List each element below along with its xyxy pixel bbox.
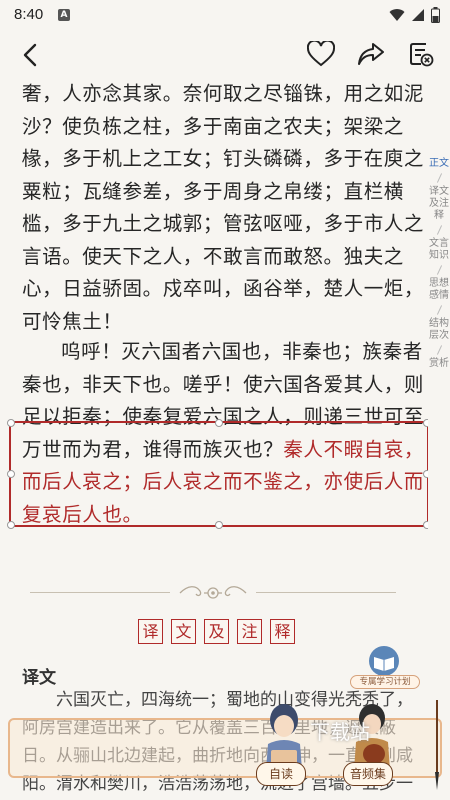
- title-char: 及: [204, 619, 229, 644]
- signal-icon: [412, 9, 424, 21]
- top-toolbar: [0, 30, 450, 78]
- reader-character-icon: [266, 704, 302, 770]
- nav-separator: [436, 305, 442, 315]
- nav-item-knowledge[interactable]: 文言知识: [428, 238, 450, 262]
- nav-separator: [436, 265, 442, 275]
- selection-handle[interactable]: [7, 419, 15, 427]
- notification-icon: A: [58, 9, 70, 21]
- divider-line: [30, 592, 170, 593]
- title-char: 释: [270, 619, 295, 644]
- book-icon: [369, 646, 399, 676]
- nav-item-main-text[interactable]: 正文: [428, 158, 450, 170]
- nav-item-structure[interactable]: 结构层次: [428, 318, 450, 342]
- article-paragraph: 奢，人亦念其家。奈何取之尽锱铢，用之如泥沙？使负栋之柱，多于南亩之农夫；架梁之椽…: [22, 82, 425, 333]
- wifi-icon: [389, 9, 405, 21]
- heart-icon: [307, 41, 335, 67]
- title-char: 译: [138, 619, 163, 644]
- selection-frame: [7, 419, 428, 529]
- title-char: 文: [171, 619, 196, 644]
- selection-handle[interactable]: [423, 521, 428, 529]
- nav-label: 译文及注释: [429, 186, 449, 221]
- nav-label: 思想感情: [429, 278, 449, 301]
- audio-collection-button[interactable]: 音频集: [343, 762, 393, 786]
- selection-handle[interactable]: [215, 419, 223, 427]
- section-title: 译 文 及 注 释: [138, 619, 295, 644]
- nav-label: 赏析: [429, 358, 449, 369]
- close-notes-icon: [410, 43, 434, 67]
- nav-separator: [436, 345, 442, 355]
- brush-icon: [435, 700, 439, 790]
- chevron-left-icon: [23, 43, 37, 67]
- notes-close-button[interactable]: [406, 39, 436, 69]
- nav-item-appreciation[interactable]: 赏析: [428, 358, 450, 370]
- article-content: 奢，人亦念其家。奈何取之尽锱铢，用之如泥沙？使负栋之柱，多于南亩之农夫；架梁之椽…: [0, 78, 428, 800]
- selection-handle[interactable]: [423, 419, 428, 427]
- favorite-button[interactable]: [306, 39, 336, 69]
- nav-label: 结构层次: [429, 318, 449, 341]
- watermark-text: 下载站: [310, 720, 370, 744]
- battery-icon: [431, 7, 440, 23]
- back-button[interactable]: [18, 42, 44, 68]
- translation-heading: 译文: [22, 668, 56, 688]
- title-char: 注: [237, 619, 262, 644]
- nav-item-emotion[interactable]: 思想感情: [428, 278, 450, 302]
- nav-label: 正文: [429, 158, 449, 169]
- selection-handle[interactable]: [7, 521, 15, 529]
- study-plan-button[interactable]: 专属学习计划: [350, 645, 420, 689]
- status-time: 8:40: [14, 6, 44, 23]
- study-plan-label: 专属学习计划: [350, 675, 420, 689]
- nav-separator: [436, 173, 442, 183]
- status-bar: 8:40 A: [0, 0, 450, 30]
- section-divider: [30, 583, 396, 603]
- nav-separator: [436, 225, 442, 235]
- share-icon: [358, 43, 384, 65]
- self-read-button[interactable]: 自读: [256, 762, 306, 786]
- share-button[interactable]: [356, 39, 386, 69]
- nav-item-translation[interactable]: 译文及注释: [428, 186, 450, 222]
- section-nav: 正文 译文及注释 文言知识 思想感情 结构层次 赏析: [428, 158, 450, 370]
- system-icons: [389, 6, 440, 24]
- selection-handle[interactable]: [7, 470, 15, 478]
- selection-handle[interactable]: [423, 470, 428, 478]
- divider-line: [256, 592, 396, 593]
- nav-label: 文言知识: [429, 238, 449, 261]
- selection-handle[interactable]: [215, 521, 223, 529]
- ornament-icon: [179, 586, 247, 599]
